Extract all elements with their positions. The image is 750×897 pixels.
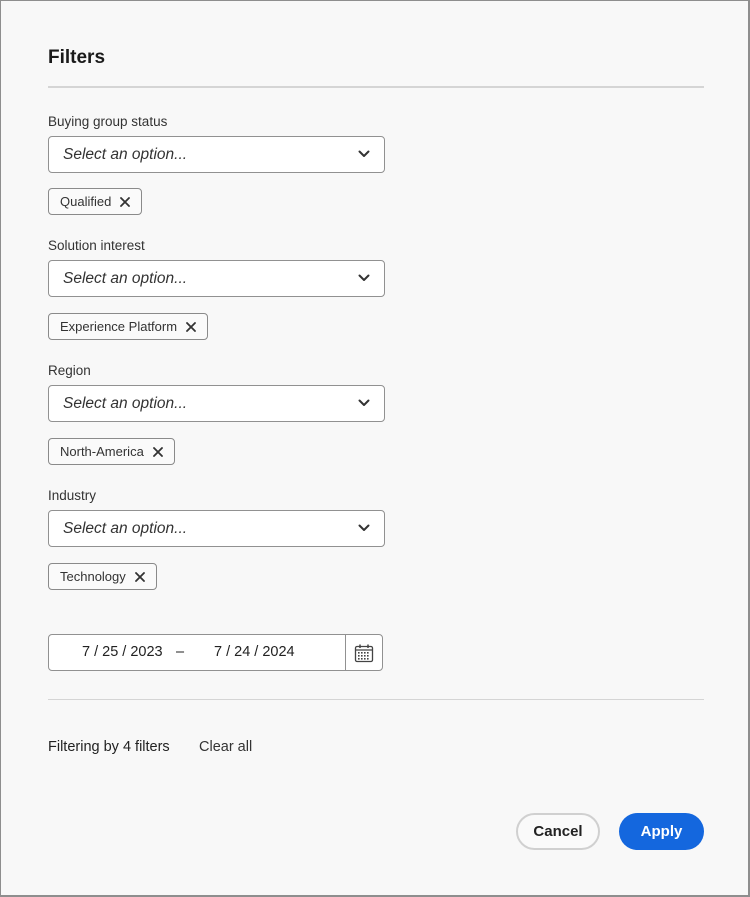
- chevron-down-icon: [358, 399, 370, 406]
- start-date-field[interactable]: 7 / 25 / 2023: [82, 644, 163, 660]
- chevron-down-icon: [358, 150, 370, 157]
- close-icon: [134, 571, 145, 582]
- dialog-title: Filters: [48, 47, 106, 68]
- remove-tag-button[interactable]: [152, 446, 164, 458]
- buying-group-status-picker[interactable]: Select an option...: [48, 136, 385, 173]
- tag-label: Experience Platform: [60, 319, 178, 334]
- tag-experience-platform: Experience Platform: [48, 313, 209, 340]
- tag-label: Qualified: [60, 194, 112, 209]
- close-icon: [120, 196, 131, 207]
- tag-north-america: North-America: [48, 438, 175, 465]
- picker-placeholder: Select an option...: [63, 270, 188, 287]
- solution-interest-label: Solution interest: [48, 238, 145, 253]
- title-divider: [48, 86, 704, 88]
- picker-placeholder: Select an option...: [63, 146, 188, 163]
- tag-qualified: Qualified: [48, 188, 143, 215]
- date-range-picker[interactable]: 7 / 25 / 2023 – 7 / 24 / 2024: [48, 634, 383, 671]
- close-icon: [152, 446, 163, 457]
- calendar-button[interactable]: [345, 635, 382, 670]
- close-icon: [186, 321, 196, 332]
- tag-label: Technology: [60, 569, 126, 584]
- clear-all-button[interactable]: Clear all: [199, 739, 252, 755]
- filter-count-text: Filtering by 4 filters: [48, 739, 170, 755]
- remove-tag-button[interactable]: [134, 571, 146, 583]
- chevron-down-icon: [358, 524, 370, 531]
- remove-tag-button[interactable]: [119, 196, 131, 208]
- filters-dialog: Filters Buying group status Select an op…: [0, 0, 750, 897]
- tag-technology: Technology: [48, 563, 157, 590]
- solution-interest-picker[interactable]: Select an option...: [48, 260, 385, 297]
- chevron-down-icon: [358, 274, 370, 281]
- picker-placeholder: Select an option...: [63, 395, 188, 412]
- region-label: Region: [48, 363, 91, 378]
- picker-placeholder: Select an option...: [63, 520, 188, 537]
- apply-button[interactable]: Apply: [619, 813, 704, 850]
- tag-label: North-America: [60, 444, 144, 459]
- end-date-field[interactable]: 7 / 24 / 2024: [214, 644, 295, 660]
- industry-label: Industry: [48, 488, 97, 503]
- buying-group-status-label: Buying group status: [48, 114, 168, 129]
- remove-tag-button[interactable]: [185, 321, 197, 333]
- region-picker[interactable]: Select an option...: [48, 385, 385, 422]
- section-divider: [48, 699, 704, 700]
- calendar-icon: [354, 644, 374, 662]
- industry-picker[interactable]: Select an option...: [48, 510, 385, 547]
- date-separator: –: [176, 644, 185, 660]
- cancel-button[interactable]: Cancel: [516, 813, 600, 850]
